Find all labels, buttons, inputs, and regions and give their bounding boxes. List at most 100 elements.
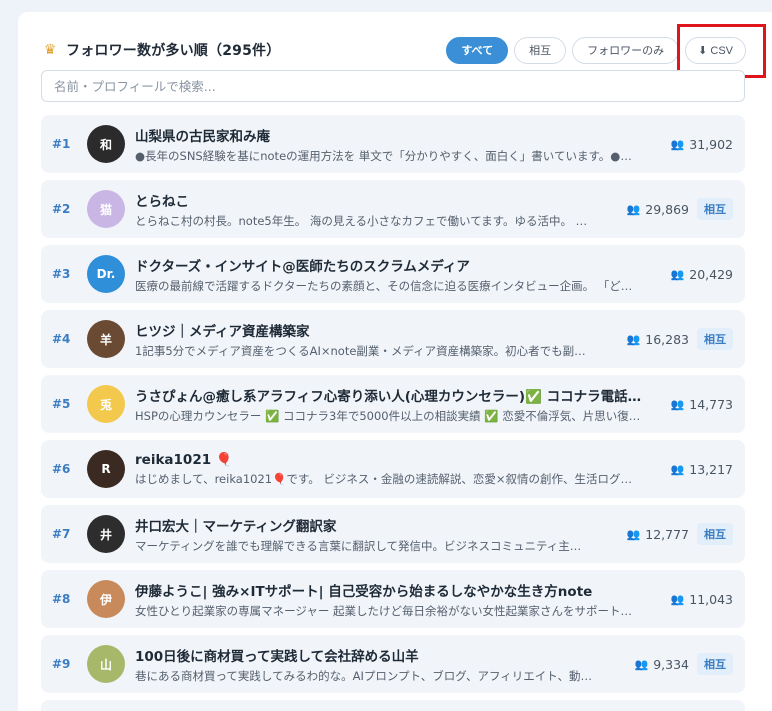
user-info: reika1021 🎈 はじめまして、reika1021🎈です。 ビジネス・金融… [135, 452, 657, 487]
avatar[interactable]: 伊 [87, 580, 125, 618]
rank-label: #1 [52, 137, 71, 151]
follower-count-value: 16,283 [645, 331, 689, 347]
user-name[interactable]: ヒツジ｜メディア資産構築家 [135, 320, 657, 340]
user-bio: とらねこ村の村長。note5年生。 海の見える小さなカフェで働いてます。ゆる活中… [135, 213, 588, 228]
people-icon: 👥 [634, 657, 649, 671]
list-item[interactable]: #9 山 100日後に商材買って実践して会社辞める山羊 巷にある商材買って実践し… [41, 635, 745, 693]
filter-all-button[interactable]: すべて [446, 36, 509, 64]
avatar[interactable]: 山 [87, 645, 125, 683]
list-item[interactable]: #5 兎 うさぴょん@癒し系アラフィフ心寄り添い人(心理カウンセラー)✅ ココナ… [41, 375, 745, 433]
people-icon: 👥 [670, 397, 685, 411]
rank-label: #9 [52, 657, 71, 671]
user-stats: 👥 14,773 [671, 375, 733, 433]
mutual-badge: 相互 [697, 523, 733, 545]
user-info: ドクターズ・インサイト@医師たちのスクラムメディア 医療の最前線で活躍するドクタ… [135, 255, 657, 294]
user-name[interactable]: 井口宏大｜マーケティング翻訳家 [135, 515, 657, 535]
user-stats: 👥 16,283 相互 [627, 310, 733, 368]
follower-count: 👥 13,217 [671, 462, 733, 477]
filter-followers-only-button[interactable]: フォロワーのみ [572, 36, 680, 64]
people-icon: 👥 [670, 462, 685, 476]
user-info: 100日後に商材買って実践して会社辞める山羊 巷にある商材買って実践してみるわ的… [135, 645, 657, 684]
list-item[interactable]: #1 和 山梨県の古民家和み庵 ●長年のSNS経験を基にnoteの運用方法を 単… [41, 115, 745, 173]
csv-download-button[interactable]: ⬇ CSV [685, 36, 746, 64]
rank-label: #3 [52, 267, 71, 281]
avatar[interactable]: Dr. [87, 255, 125, 293]
user-info: 井口宏大｜マーケティング翻訳家 マーケティングを誰でも理解できる言葉に翻訳して発… [135, 515, 657, 554]
user-stats: 👥 11,043 [671, 570, 733, 628]
avatar[interactable]: 兎 [87, 385, 125, 423]
user-bio: HSPの心理カウンセラー ✅ ココナラ3年で5000件以上の相談実績 ✅ 恋愛不… [135, 408, 641, 423]
rank-label: #2 [52, 202, 71, 216]
user-bio: 女性ひとり起業家の専属マネージャー 起業したけど毎日余裕がない女性起業家さんをサ… [135, 603, 633, 618]
rank-label: #5 [52, 397, 71, 411]
user-stats: 👥 31,902 [671, 115, 733, 173]
avatar[interactable]: R [87, 450, 125, 488]
user-stats: 👥 13,217 [671, 440, 733, 498]
user-name[interactable]: とらねこ [135, 190, 657, 210]
rank-label: #8 [52, 592, 71, 606]
user-stats: 👥 20,429 [671, 245, 733, 303]
follower-count-value: 13,217 [689, 461, 733, 477]
user-info: 伊藤ようこ| 強み×ITサポート| 自己受容から始まるしなやかな生き方note … [135, 580, 657, 619]
user-name[interactable]: 山梨県の古民家和み庵 [135, 125, 657, 145]
rank-label: #7 [52, 527, 71, 541]
user-name[interactable]: うさぴょん@癒し系アラフィフ心寄り添い人(心理カウンセラー)✅ ココナラ電話… [135, 385, 657, 405]
page-title: フォロワー数が多い順（295件） [66, 43, 281, 59]
user-bio: 1記事5分でメディア資産をつくるAI×note副業・メディア資産構築家。初心者で… [135, 343, 586, 358]
user-name[interactable]: 伊藤ようこ| 強み×ITサポート| 自己受容から始まるしなやかな生き方note [135, 580, 657, 600]
user-bio: ●長年のSNS経験を基にnoteの運用方法を 単文で「分かりやすく、面白く」書い… [135, 148, 632, 163]
follower-count: 👥 20,429 [671, 267, 733, 282]
follower-count: 👥 11,043 [671, 592, 733, 607]
mutual-badge: 相互 [697, 198, 733, 220]
list-item[interactable] [41, 700, 745, 711]
avatar[interactable]: 井 [87, 515, 125, 553]
follower-count: 👥 12,777 [627, 527, 689, 542]
people-icon: 👥 [670, 592, 685, 606]
avatar[interactable]: 和 [87, 125, 125, 163]
user-name[interactable]: ドクターズ・インサイト@医師たちのスクラムメディア [135, 255, 657, 275]
people-icon: 👥 [626, 202, 641, 216]
filter-group: すべて 相互 フォロワーのみ ⬇ CSV [446, 36, 746, 64]
user-name[interactable]: 100日後に商材買って実践して会社辞める山羊 [135, 645, 657, 665]
crown-icon: ♛ [43, 42, 57, 58]
filter-mutual-button[interactable]: 相互 [514, 36, 567, 64]
people-icon: 👥 [626, 332, 641, 346]
avatar[interactable]: 猫 [87, 190, 125, 228]
user-info: うさぴょん@癒し系アラフィフ心寄り添い人(心理カウンセラー)✅ ココナラ電話… … [135, 385, 657, 424]
list-item[interactable]: #8 伊 伊藤ようこ| 強み×ITサポート| 自己受容から始まるしなやかな生き方… [41, 570, 745, 628]
user-info: 山梨県の古民家和み庵 ●長年のSNS経験を基にnoteの運用方法を 単文で「分か… [135, 125, 657, 164]
list-item[interactable]: #6 R reika1021 🎈 はじめまして、reika1021🎈です。 ビジ… [41, 440, 745, 498]
follower-count-value: 11,043 [689, 591, 733, 607]
mutual-badge: 相互 [697, 653, 733, 675]
follower-count: 👥 31,902 [671, 137, 733, 152]
list-item[interactable]: #7 井 井口宏大｜マーケティング翻訳家 マーケティングを誰でも理解できる言葉に… [41, 505, 745, 563]
follower-count-value: 14,773 [689, 396, 733, 412]
rank-label: #6 [52, 462, 71, 476]
user-stats: 👥 12,777 相互 [627, 505, 733, 563]
follower-count: 👥 14,773 [671, 397, 733, 412]
user-bio: はじめまして、reika1021🎈です。 ビジネス・金融の速読解説、恋愛×叙情の… [135, 471, 633, 486]
follower-count-value: 29,869 [645, 201, 689, 217]
rank-label: #4 [52, 332, 71, 346]
list-item[interactable]: #3 Dr. ドクターズ・インサイト@医師たちのスクラムメディア 医療の最前線で… [41, 245, 745, 303]
follower-count-value: 12,777 [645, 526, 689, 542]
follower-count: 👥 16,283 [627, 332, 689, 347]
user-bio: マーケティングを誰でも理解できる言葉に翻訳して発信中。ビジネスコミュニティ主… [135, 538, 582, 553]
mutual-badge: 相互 [697, 328, 733, 350]
search-input[interactable] [41, 70, 745, 102]
user-name[interactable]: reika1021 🎈 [135, 452, 657, 468]
list-item[interactable]: #4 羊 ヒツジ｜メディア資産構築家 1記事5分でメディア資産をつくるAI×no… [41, 310, 745, 368]
follower-count: 👥 9,334 [635, 657, 690, 672]
list-item[interactable]: #2 猫 とらねこ とらねこ村の村長。note5年生。 海の見える小さなカフェで… [41, 180, 745, 238]
user-info: ヒツジ｜メディア資産構築家 1記事5分でメディア資産をつくるAI×note副業・… [135, 320, 657, 359]
user-stats: 👥 9,334 相互 [635, 635, 733, 693]
follower-count: 👥 29,869 [627, 202, 689, 217]
follower-count-value: 9,334 [653, 656, 689, 672]
people-icon: 👥 [670, 267, 685, 281]
user-bio: 医療の最前線で活躍するドクターたちの素顔と、その信念に迫る医療インタビュー企画。… [135, 278, 633, 293]
people-icon: 👥 [626, 527, 641, 541]
follower-count-value: 31,902 [689, 136, 733, 152]
user-info: とらねこ とらねこ村の村長。note5年生。 海の見える小さなカフェで働いてます… [135, 190, 657, 229]
follower-count-value: 20,429 [689, 266, 733, 282]
avatar[interactable]: 羊 [87, 320, 125, 358]
